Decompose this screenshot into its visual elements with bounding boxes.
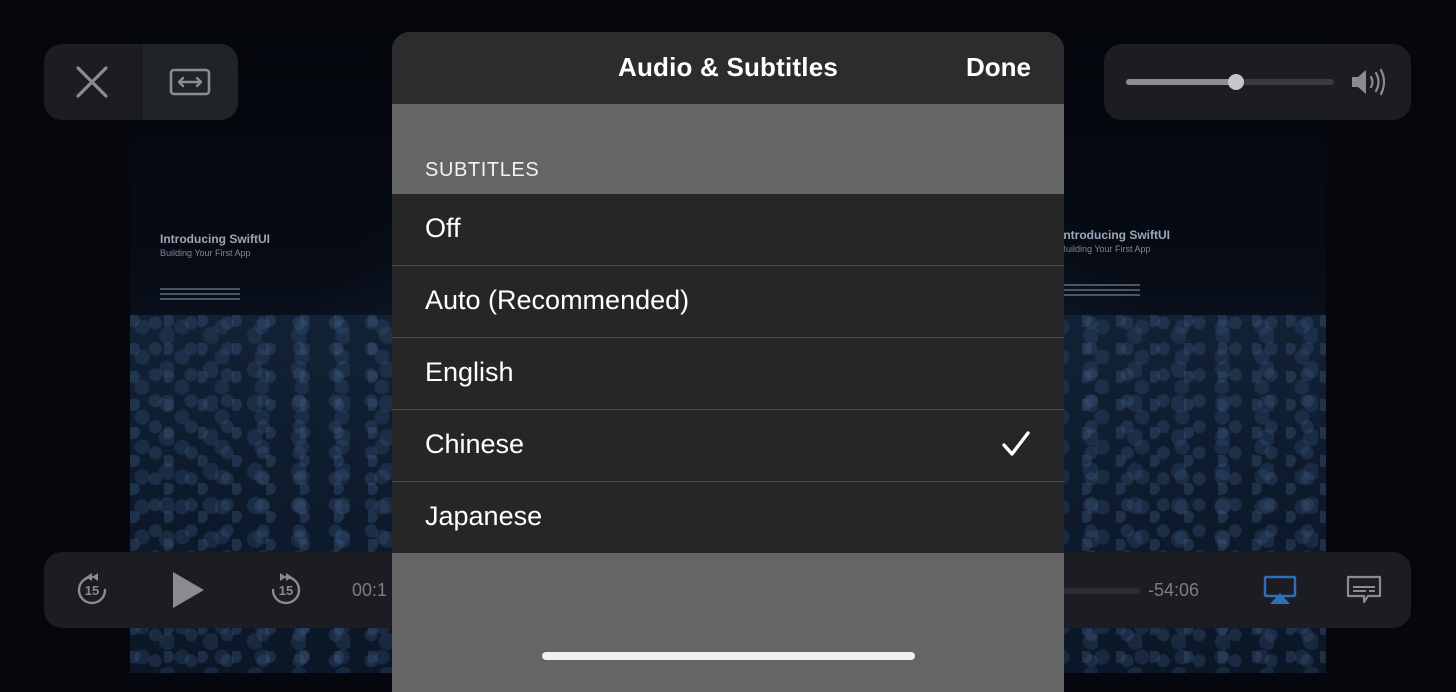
- scrubber-track[interactable]: [1054, 588, 1140, 594]
- skip-back-seconds: 15: [85, 583, 99, 598]
- aspect-ratio-icon: [169, 68, 211, 96]
- option-label: English: [425, 357, 514, 387]
- slide-title: Introducing SwiftUI: [160, 232, 270, 246]
- skip-forward-button[interactable]: 15: [266, 552, 306, 628]
- skip-forward-seconds: 15: [279, 583, 293, 598]
- aspect-ratio-button[interactable]: [140, 44, 238, 120]
- subtitle-option-japanese[interactable]: Japanese: [392, 482, 1064, 553]
- top-left-controls: [44, 44, 238, 120]
- audio-subtitles-sheet: Audio & Subtitles Done SUBTITLES Off Aut…: [392, 32, 1064, 692]
- close-button[interactable]: [44, 44, 141, 120]
- option-label: Japanese: [425, 501, 543, 531]
- option-label: Off: [425, 213, 461, 243]
- remaining-time: -54:06: [1148, 580, 1200, 600]
- skip-forward-15-icon: 15: [271, 573, 301, 605]
- slide-speaker-lines: [1060, 284, 1140, 298]
- subtitle-option-chinese[interactable]: Chinese: [392, 410, 1064, 482]
- skip-back-15-icon: 15: [77, 573, 107, 605]
- option-label: Auto (Recommended): [425, 285, 690, 315]
- subtitle-options-list: Off Auto (Recommended) English Chinese J…: [392, 194, 1064, 553]
- subtitle-option-off[interactable]: Off: [392, 194, 1064, 266]
- subtitles-section-header: SUBTITLES: [425, 159, 540, 181]
- volume-control: [1104, 44, 1411, 120]
- subtitles-button[interactable]: [1344, 552, 1384, 628]
- volume-slider[interactable]: [1126, 74, 1334, 90]
- subtitle-option-auto[interactable]: Auto (Recommended): [392, 266, 1064, 338]
- sheet-header: Audio & Subtitles Done: [392, 32, 1064, 104]
- home-indicator: [542, 652, 915, 660]
- airplay-button[interactable]: [1260, 552, 1300, 628]
- sheet-title: Audio & Subtitles: [617, 52, 839, 82]
- slide-right: Introducing SwiftUI Building Your First …: [1060, 180, 1320, 310]
- play-icon: [173, 572, 204, 608]
- subtitle-option-english[interactable]: English: [392, 338, 1064, 410]
- skip-back-button[interactable]: 15: [72, 552, 112, 628]
- option-label: Chinese: [425, 429, 525, 459]
- volume-fill: [1126, 79, 1237, 85]
- speaker-icon: [1352, 68, 1386, 96]
- slide-subtitle: Building Your First App: [160, 248, 251, 258]
- slide-speaker-lines: [160, 288, 240, 302]
- slide-left: Introducing SwiftUI Building Your First …: [160, 180, 420, 310]
- volume-knob[interactable]: [1228, 74, 1245, 90]
- play-button[interactable]: [168, 552, 208, 628]
- airplay-icon: [1263, 575, 1297, 604]
- close-icon: [76, 66, 108, 98]
- elapsed-time: 00:1: [352, 580, 388, 600]
- checkmark-icon: [1002, 431, 1030, 456]
- subtitles-icon: [1346, 575, 1382, 604]
- done-button[interactable]: Done: [966, 52, 1031, 83]
- slide-subtitle: Building Your First App: [1060, 244, 1151, 254]
- slide-title: Introducing SwiftUI: [1060, 228, 1170, 242]
